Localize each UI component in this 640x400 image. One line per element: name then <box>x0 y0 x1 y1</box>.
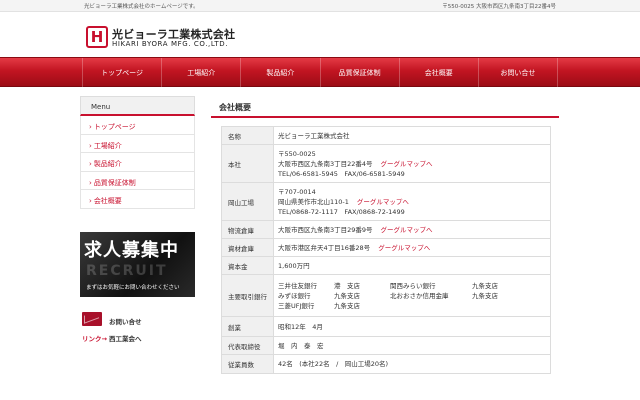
recruit-title: 求人募集中 <box>84 240 179 261</box>
contact-link[interactable]: お問い合せ <box>82 312 194 328</box>
site-description: 光ビョーラ工業株式会社のホームページです。 <box>84 4 199 10</box>
link-value: 西工業会へ <box>109 335 142 343</box>
table-row: 創業 昭和12年 4月 <box>222 317 550 337</box>
table-row: 本社 〒550-0025 大阪市西区九条南3丁目22番4号 グーグルマップへ TE… <box>222 145 550 183</box>
row-label: 創業 <box>222 317 274 336</box>
row-label: 本社 <box>222 145 274 182</box>
row-label: 岡山工場 <box>222 183 274 220</box>
okayama-value: 〒707-0014 岡山県美作市北山110-1 グーグルマップへ TEL/0868… <box>274 183 550 220</box>
nav-products[interactable]: 製品紹介 <box>240 58 319 88</box>
nav-contact[interactable]: お問い合せ <box>477 58 559 88</box>
okayama-tel: TEL/0868-72-1117 FAX/0868-72-1499 <box>278 207 405 216</box>
global-nav: トップページ 工場紹介 製品紹介 品質保証体制 会社概要 お問い合せ <box>82 58 559 88</box>
okayama-zip: 〒707-0014 <box>278 187 316 196</box>
warehouse1-value: 大阪市西区九条南3丁目29番9号 グーグルマップへ <box>274 221 550 238</box>
recruit-banner[interactable]: 求人募集中 RECRUIT まずはお気軽にお問い合わせください <box>80 232 195 297</box>
capital-value: 1,600万円 <box>278 261 310 270</box>
header-address: 〒550-0025 大阪市西区九条南3丁目22番4号 <box>442 4 556 10</box>
mail-icon <box>82 312 102 326</box>
page-title: 会社概要 <box>211 96 559 118</box>
logo-mark-icon: H <box>86 26 108 48</box>
nav-factory[interactable]: 工場紹介 <box>161 58 240 88</box>
external-link[interactable]: リンク→ 西工業会へ <box>82 333 142 343</box>
top-info-bar: 光ビョーラ工業株式会社のホームページです。 〒550-0025 大阪市西区九条南… <box>0 0 640 12</box>
hq-map-link[interactable]: グーグルマップへ <box>381 160 433 168</box>
nav-quality[interactable]: 品質保証体制 <box>319 58 399 88</box>
sidebar: Menu › トップページ › 工場紹介 › 製品紹介 › 品質保証体制 › 会社概要 <box>80 96 195 209</box>
warehouse2-address: 大阪市港区弁天4丁目16番28号 <box>278 243 371 252</box>
banks-value: 三井住友銀行港 支店 関西みらい銀行 九条支店 みずほ銀行 九条支店 北おおさか信用金庫… <box>274 275 550 316</box>
row-label: 従業員数 <box>222 355 274 373</box>
okayama-map-link[interactable]: グーグルマップへ <box>357 198 409 206</box>
row-label: 代表取締役 <box>222 337 274 354</box>
warehouse1-map-link[interactable]: グーグルマップへ <box>381 226 433 234</box>
sidebar-item-products[interactable]: › 製品紹介 <box>81 153 194 172</box>
table-row: 主要取引銀行 三井住友銀行港 支店 関西みらい銀行 九条支店 みずほ銀行 九条支店 北お… <box>222 275 550 317</box>
contact-label: お問い合せ <box>109 318 142 326</box>
nav-top[interactable]: トップページ <box>82 58 161 88</box>
sidebar-menu-title: Menu <box>80 96 195 116</box>
table-row: 代表取締役 堀 内 泰 宏 <box>222 337 550 355</box>
sidebar-item-factory[interactable]: › 工場紹介 <box>81 135 194 153</box>
chevron-right-icon: › <box>89 178 92 187</box>
banks-grid: 三井住友銀行港 支店 関西みらい銀行 九条支店 みずほ銀行 九条支店 北おおさか信用金庫… <box>278 281 498 310</box>
okayama-address: 岡山県美作市北山110-1 <box>278 197 349 206</box>
recruit-bg-text: RECRUIT <box>86 263 168 279</box>
main-content: 会社概要 名称 光ビョーラ工業株式会社 本社 〒550-0025 大阪市西区九条… <box>211 96 559 374</box>
chevron-right-icon: › <box>89 197 92 205</box>
company-profile-table: 名称 光ビョーラ工業株式会社 本社 〒550-0025 大阪市西区九条南3丁目2… <box>221 126 551 374</box>
sidebar-item-company[interactable]: › 会社概要 <box>81 190 194 209</box>
hq-tel: TEL/06-6581-5945 FAX/06-6581-5949 <box>278 169 405 178</box>
warehouse1-address: 大阪市西区九条南3丁目29番9号 <box>278 225 373 234</box>
nav-company[interactable]: 会社概要 <box>398 58 478 88</box>
row-label: 資材倉庫 <box>222 239 274 256</box>
warehouse2-value: 大阪市港区弁天4丁目16番28号 グーグルマップへ <box>274 239 550 256</box>
founded-value: 昭和12年 4月 <box>278 322 323 331</box>
global-nav-band: トップページ 工場紹介 製品紹介 品質保証体制 会社概要 お問い合せ <box>0 57 640 88</box>
chevron-right-icon: › <box>89 123 92 131</box>
link-label: リンク→ <box>82 335 107 343</box>
table-row: 従業員数 42名 (本社22名 / 岡山工場20名) <box>222 355 550 373</box>
row-label: 物流倉庫 <box>222 221 274 238</box>
sidebar-item-quality[interactable]: › 品質保証体制 <box>81 172 194 190</box>
employees-value: 42名 (本社22名 / 岡山工場20名) <box>278 360 389 368</box>
table-row: 名称 光ビョーラ工業株式会社 <box>222 127 550 145</box>
logo-company-name-en: HIKARI BYORA MFG. CO.,LTD. <box>112 40 229 48</box>
table-row: 資本金 1,600万円 <box>222 257 550 275</box>
table-row: 物流倉庫 大阪市西区九条南3丁目29番9号 グーグルマップへ <box>222 221 550 239</box>
hq-value: 〒550-0025 大阪市西区九条南3丁目22番4号 グーグルマップへ TEL/0… <box>274 145 550 182</box>
chevron-right-icon: › <box>89 141 92 150</box>
hq-zip: 〒550-0025 <box>278 149 316 158</box>
row-label: 資本金 <box>222 257 274 274</box>
table-row: 資材倉庫 大阪市港区弁天4丁目16番28号 グーグルマップへ <box>222 239 550 257</box>
company-name-value: 光ビョーラ工業株式会社 <box>278 131 350 140</box>
table-row: 岡山工場 〒707-0014 岡山県美作市北山110-1 グーグルマップへ TEL… <box>222 183 550 221</box>
row-label: 主要取引銀行 <box>222 275 274 316</box>
recruit-subtitle: まずはお気軽にお問い合わせください <box>86 285 180 291</box>
sidebar-item-top[interactable]: › トップページ <box>81 116 194 135</box>
ceo-value: 堀 内 泰 宏 <box>278 341 324 350</box>
hq-address: 大阪市西区九条南3丁目22番4号 <box>278 159 373 168</box>
sidebar-menu: › トップページ › 工場紹介 › 製品紹介 › 品質保証体制 › 会社概要 <box>80 116 195 209</box>
warehouse2-map-link[interactable]: グーグルマップへ <box>378 244 430 252</box>
chevron-right-icon: › <box>89 160 92 168</box>
row-label: 名称 <box>222 127 274 144</box>
